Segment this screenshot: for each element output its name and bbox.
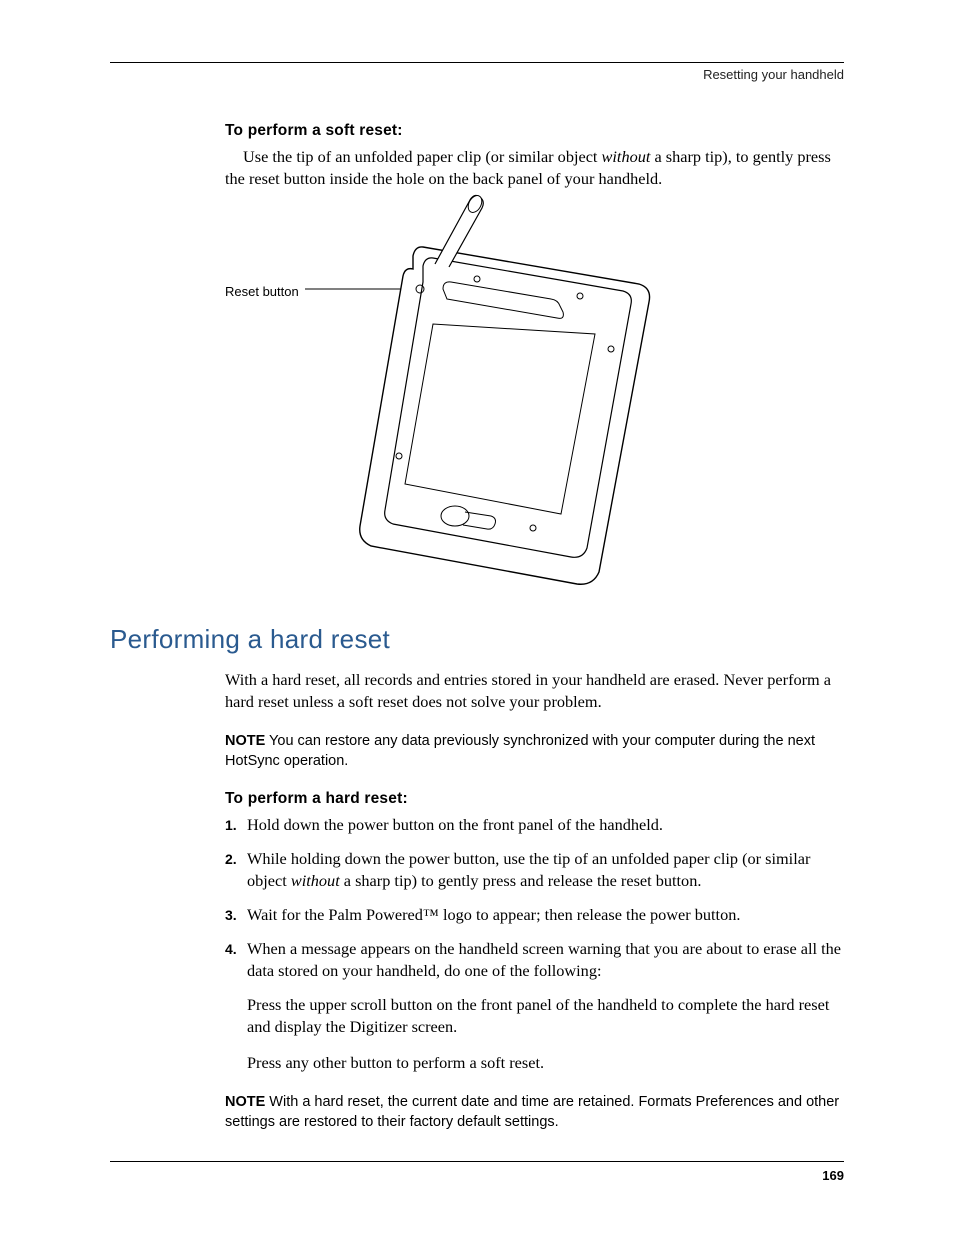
- step-2: 2. While holding down the power button, …: [225, 848, 844, 892]
- reset-button-callout-label: Reset button: [225, 284, 299, 299]
- hard-reset-intro: With a hard reset, all records and entri…: [225, 669, 844, 713]
- handheld-back-illustration: [305, 194, 685, 594]
- step-3: 3. Wait for the Palm Powered™ logo to ap…: [225, 904, 844, 926]
- soft-reset-paragraph: Use the tip of an unfolded paper clip (o…: [225, 146, 844, 190]
- page-frame: Resetting your handheld To perform a sof…: [110, 62, 844, 1185]
- step-number: 2.: [225, 848, 247, 892]
- note-label-2: NOTE: [225, 1094, 265, 1110]
- content-column: To perform a soft reset: Use the tip of …: [110, 122, 844, 1132]
- step2-ital: without: [291, 871, 340, 890]
- running-head: Resetting your handheld: [110, 62, 844, 82]
- step-text: When a message appears on the handheld s…: [247, 938, 844, 982]
- running-head-text: Resetting your handheld: [703, 67, 844, 82]
- note-body-1: You can restore any data previously sync…: [225, 733, 815, 769]
- page-footer: 169: [110, 1161, 844, 1183]
- step-number: 4.: [225, 938, 247, 982]
- step-4: 4. When a message appears on the handhel…: [225, 938, 844, 982]
- step-text: While holding down the power button, use…: [247, 848, 844, 892]
- page-number: 169: [822, 1168, 844, 1183]
- hard-reset-note-2: NOTE With a hard reset, the current date…: [225, 1092, 844, 1133]
- soft-reset-text-ital: without: [602, 147, 651, 166]
- hard-reset-sub-2: Press any other button to perform a soft…: [247, 1052, 844, 1074]
- hard-reset-subhead: To perform a hard reset:: [225, 790, 844, 808]
- hard-reset-sub-1: Press the upper scroll button on the fro…: [247, 994, 844, 1038]
- reset-figure: Reset button: [225, 204, 844, 604]
- soft-reset-text-a: Use the tip of an unfolded paper clip (o…: [243, 147, 602, 166]
- step-number: 3.: [225, 904, 247, 926]
- hard-reset-heading: Performing a hard reset: [110, 624, 844, 655]
- step-1: 1. Hold down the power button on the fro…: [225, 814, 844, 836]
- note-label-1: NOTE: [225, 733, 265, 749]
- soft-reset-subhead: To perform a soft reset:: [225, 122, 844, 140]
- step-text: Wait for the Palm Powered™ logo to appea…: [247, 904, 844, 926]
- step2-b: a sharp tip) to gently press and release…: [340, 871, 702, 890]
- hard-reset-steps: 1. Hold down the power button on the fro…: [225, 814, 844, 982]
- step-number: 1.: [225, 814, 247, 836]
- hard-reset-note-1: NOTE You can restore any data previously…: [225, 731, 844, 772]
- step-text: Hold down the power button on the front …: [247, 814, 844, 836]
- note-body-2: With a hard reset, the current date and …: [225, 1094, 839, 1130]
